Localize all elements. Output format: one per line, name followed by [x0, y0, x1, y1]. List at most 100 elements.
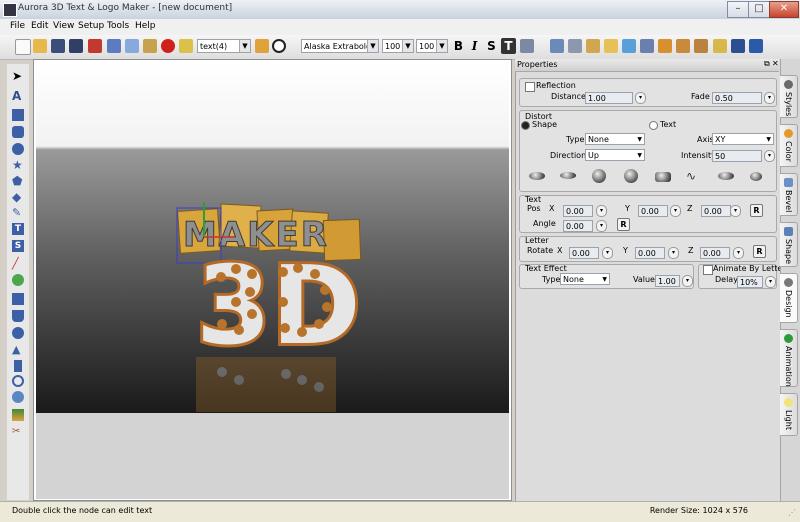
render-icon[interactable]: [749, 39, 763, 53]
menu-help[interactable]: Help: [135, 21, 156, 31]
ellipse-icon[interactable]: [12, 143, 24, 155]
tab-design[interactable]: Design: [780, 273, 798, 323]
rotate-icon[interactable]: [622, 39, 636, 53]
text-radio[interactable]: [649, 121, 658, 130]
background-image-icon[interactable]: [12, 409, 24, 421]
pos-y-field[interactable]: 0.00: [638, 205, 668, 217]
cylinder-distort-icon[interactable]: [655, 172, 671, 182]
close-panel-icon[interactable]: ✕: [772, 59, 779, 68]
extrude-icon[interactable]: [12, 293, 24, 305]
menu-file[interactable]: File: [10, 21, 25, 31]
lens-icon[interactable]: [560, 172, 576, 179]
rotate-z-field[interactable]: 0.00: [700, 247, 730, 259]
shape-radio[interactable]: [521, 121, 530, 130]
pos-y-spinner[interactable]: ▾: [670, 205, 681, 217]
rotate-x-spinner[interactable]: ▾: [602, 247, 613, 259]
text-t2-icon[interactable]: [676, 39, 690, 53]
pos-z-field[interactable]: 0.00: [701, 205, 731, 217]
menu-setup[interactable]: Setup: [78, 21, 104, 31]
pos-x-field[interactable]: 0.00: [563, 205, 593, 217]
arrow-distort-icon[interactable]: [750, 172, 762, 181]
polygon-icon[interactable]: ◆: [12, 191, 24, 203]
axis-select[interactable]: XY ▼: [712, 133, 774, 145]
layers-icon[interactable]: [520, 39, 534, 53]
rotate-y-spinner[interactable]: ▾: [668, 247, 679, 259]
rectangle-icon[interactable]: [12, 109, 24, 121]
image-tool-icon[interactable]: [12, 274, 24, 286]
rotate-reset-button[interactable]: R: [753, 245, 766, 258]
rounded-rect-icon[interactable]: [12, 126, 24, 138]
bulge-icon[interactable]: [624, 169, 638, 183]
misc-tool-icon[interactable]: ✂: [12, 426, 24, 438]
tab-light[interactable]: Light: [780, 393, 798, 436]
torus-icon[interactable]: [12, 375, 24, 387]
open-folder-icon[interactable]: [33, 39, 47, 53]
intensity-spinner[interactable]: ▾: [764, 150, 775, 162]
new-document-icon[interactable]: [15, 39, 31, 55]
cylinder-icon[interactable]: [640, 39, 654, 53]
minimize-button[interactable]: –: [727, 1, 749, 18]
play-icon[interactable]: [272, 39, 286, 53]
menu-view[interactable]: View: [53, 21, 74, 31]
strike-button[interactable]: S: [484, 38, 499, 54]
delay-spinner[interactable]: ▾: [765, 276, 776, 288]
menu-tools[interactable]: Tools: [107, 21, 129, 31]
effect-type-select[interactable]: None ▼: [560, 273, 610, 285]
angle-field[interactable]: 0.00: [563, 220, 593, 232]
globe-icon[interactable]: [12, 391, 24, 403]
save-as-icon[interactable]: [69, 39, 83, 53]
cone-icon[interactable]: ▲: [12, 344, 24, 356]
cylinder-tool-icon[interactable]: [14, 360, 22, 372]
pen-icon[interactable]: ✎: [12, 207, 24, 219]
symbol-icon[interactable]: S: [12, 240, 24, 252]
text-box-icon[interactable]: [694, 39, 708, 53]
font-size-select[interactable]: 100 ▼: [382, 39, 414, 53]
close-button[interactable]: ✕: [769, 1, 799, 18]
sphere-distort-icon[interactable]: [592, 169, 606, 183]
pos-z-spinner[interactable]: ▾: [730, 205, 741, 217]
rotate-z-spinner[interactable]: ▾: [733, 247, 744, 259]
bold-button[interactable]: B: [451, 38, 466, 54]
logo-artwork[interactable]: MAKER 3D: [36, 62, 509, 413]
angle-reset-button[interactable]: R: [617, 218, 630, 231]
cut-icon[interactable]: [107, 39, 121, 53]
tab-shape[interactable]: Shape: [780, 222, 798, 267]
shape-cube-icon[interactable]: [550, 39, 564, 53]
wave-icon[interactable]: ∿: [686, 169, 696, 183]
tab-styles[interactable]: Styles: [780, 75, 798, 118]
type-select[interactable]: None ▼: [585, 133, 645, 145]
text-format-button[interactable]: T: [501, 38, 516, 54]
angle-spinner[interactable]: ▾: [596, 220, 607, 232]
text-block-icon[interactable]: T: [12, 223, 24, 235]
italic-button[interactable]: I: [467, 38, 482, 54]
check-icon[interactable]: [586, 39, 600, 53]
effect-value-field[interactable]: 1.00: [655, 275, 680, 287]
rotate-y-field[interactable]: 0.00: [635, 247, 665, 259]
pos-x-spinner[interactable]: ▾: [596, 205, 607, 217]
pinch-icon[interactable]: [718, 172, 734, 180]
distance-spinner[interactable]: ▾: [635, 92, 646, 104]
tab-color[interactable]: Color: [780, 124, 798, 167]
fade-field[interactable]: 0.50: [712, 92, 762, 104]
dock-icon[interactable]: ⧉: [764, 59, 770, 69]
text-tool-icon[interactable]: A: [12, 90, 24, 102]
save-icon[interactable]: [51, 39, 65, 53]
font-select[interactable]: Alaska Extrabold ▼: [301, 39, 379, 53]
paste-icon[interactable]: [143, 39, 157, 53]
copy-icon[interactable]: [125, 39, 139, 53]
menu-edit[interactable]: Edit: [31, 21, 48, 31]
delete-icon[interactable]: [161, 39, 175, 53]
star-icon[interactable]: ★: [12, 159, 24, 171]
edit-pencil-icon[interactable]: [255, 39, 269, 53]
text-t-icon[interactable]: [658, 39, 672, 53]
line-tool-icon[interactable]: ╱: [12, 258, 24, 270]
tab-animation[interactable]: Animation: [780, 329, 798, 387]
effect-value-spinner[interactable]: ▾: [682, 275, 693, 287]
distance-field[interactable]: 1.00: [585, 92, 633, 104]
pentagon-icon[interactable]: ⬟: [12, 175, 24, 187]
intensity-field[interactable]: 50: [712, 150, 762, 162]
delay-field[interactable]: 10%: [737, 276, 763, 288]
bevel-shape-icon[interactable]: [12, 310, 24, 322]
box-icon[interactable]: [604, 39, 618, 53]
export-icon[interactable]: [88, 39, 102, 53]
